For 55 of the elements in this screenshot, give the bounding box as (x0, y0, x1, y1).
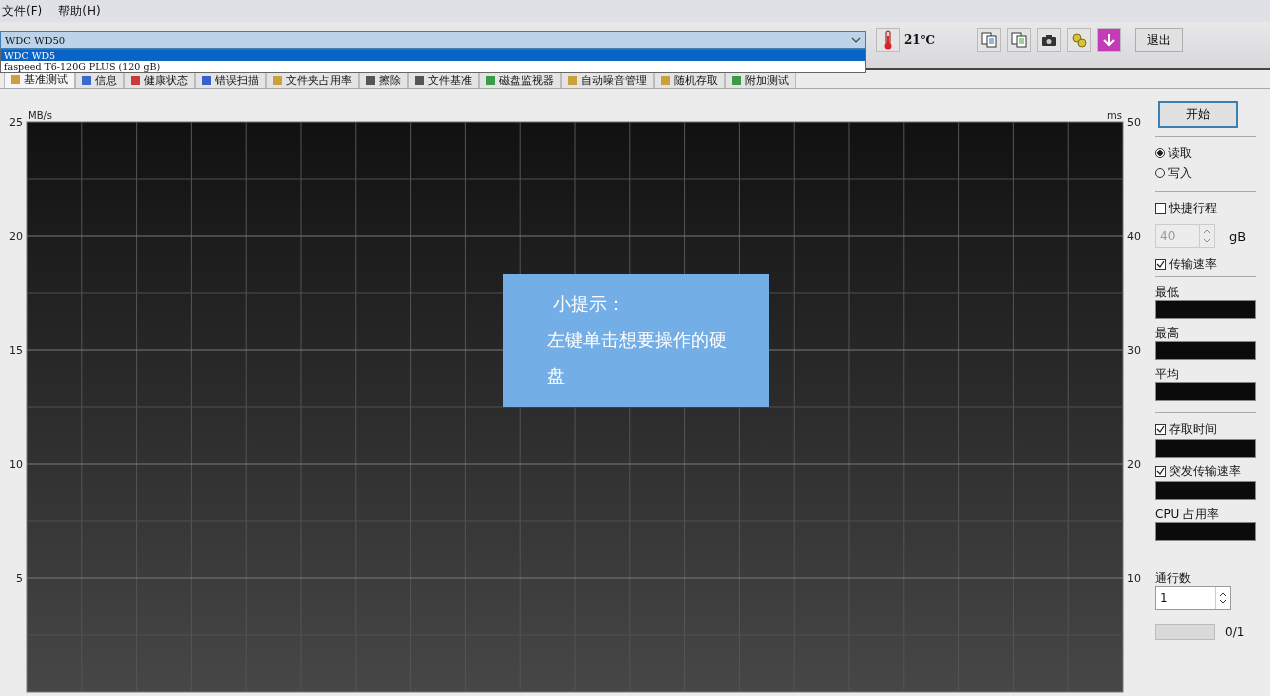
tip-text: 左键单击想要操作的硬盘 (547, 328, 728, 388)
axis-tick-label: 10 (9, 458, 23, 471)
exit-button[interactable]: 退出 (1135, 28, 1184, 52)
axis-tick-label: 20 (9, 230, 23, 243)
checkbox[interactable] (1155, 202, 1166, 214)
thermometer-icon (883, 30, 893, 50)
radio-button[interactable] (1155, 148, 1165, 158)
caret-icon (851, 37, 861, 43)
readout-label: 平均 (1155, 366, 1180, 382)
documents-icon (1011, 32, 1028, 48)
down-arrow-icon (1101, 32, 1118, 48)
axis-tick-label: 30 (1127, 344, 1141, 357)
radio-option[interactable]: 读取 (1155, 143, 1256, 163)
axis-tick-label: 25 (9, 116, 23, 129)
start-button[interactable]: 开始 (1158, 101, 1238, 128)
menu-item[interactable]: 帮助(H) (56, 2, 103, 20)
radio-option[interactable]: 写入 (1155, 163, 1256, 183)
axis-tick-label: 5 (16, 572, 23, 585)
checkbox[interactable] (1155, 423, 1166, 435)
readout-label: 最高 (1155, 325, 1180, 341)
checkbox-label: 存取时间 (1169, 420, 1217, 438)
radio-label: 读取 (1168, 144, 1192, 162)
checkbox-label: 快捷行程 (1169, 199, 1217, 217)
readout-label: CPU 占用率 (1155, 506, 1221, 522)
copy-button[interactable] (977, 28, 1002, 52)
checkbox[interactable] (1155, 465, 1166, 477)
dropdown-option[interactable]: WDC WD5 (1, 50, 865, 61)
checkbox[interactable] (1155, 258, 1166, 270)
camera-icon (1041, 33, 1058, 47)
options-button[interactable] (1067, 28, 1092, 52)
screenshot-button[interactable] (1037, 28, 1062, 52)
axis-tick-label: 40 (1127, 230, 1141, 243)
axis-tick-label: 50 (1127, 116, 1141, 129)
menu-item[interactable]: 文件(F) (0, 2, 45, 20)
drive-dropdown[interactable]: WDC WD50 (0, 31, 866, 49)
axis-tick-label: 20 (1127, 458, 1141, 471)
thermometer-button[interactable] (876, 28, 900, 52)
download-button[interactable] (1097, 28, 1122, 52)
axis-label: MB/s (28, 110, 53, 121)
copy-all-button[interactable] (1007, 28, 1032, 52)
progress-text: 0/1 (1225, 625, 1245, 639)
unit-label: gB (1229, 228, 1247, 244)
tip-title: 小提示： (553, 292, 626, 316)
axis-label: ms (1107, 110, 1122, 121)
temperature-reading: 21℃ (904, 33, 936, 47)
number-spinner[interactable]: 1 (1155, 586, 1231, 610)
checkbox-label: 传输速率 (1169, 255, 1217, 273)
axis-tick-label: 15 (9, 344, 23, 357)
documents-icon (981, 32, 998, 48)
readout-label: 最低 (1155, 284, 1180, 300)
radio-label: 写入 (1168, 164, 1192, 182)
field-label: 通行数 (1155, 570, 1192, 586)
dropdown-option[interactable]: faspeed T6-120G PLUS (120 gB) (1, 61, 865, 72)
axis-tick-label: 10 (1127, 572, 1141, 585)
checkbox-label: 突发传输速率 (1169, 462, 1241, 480)
